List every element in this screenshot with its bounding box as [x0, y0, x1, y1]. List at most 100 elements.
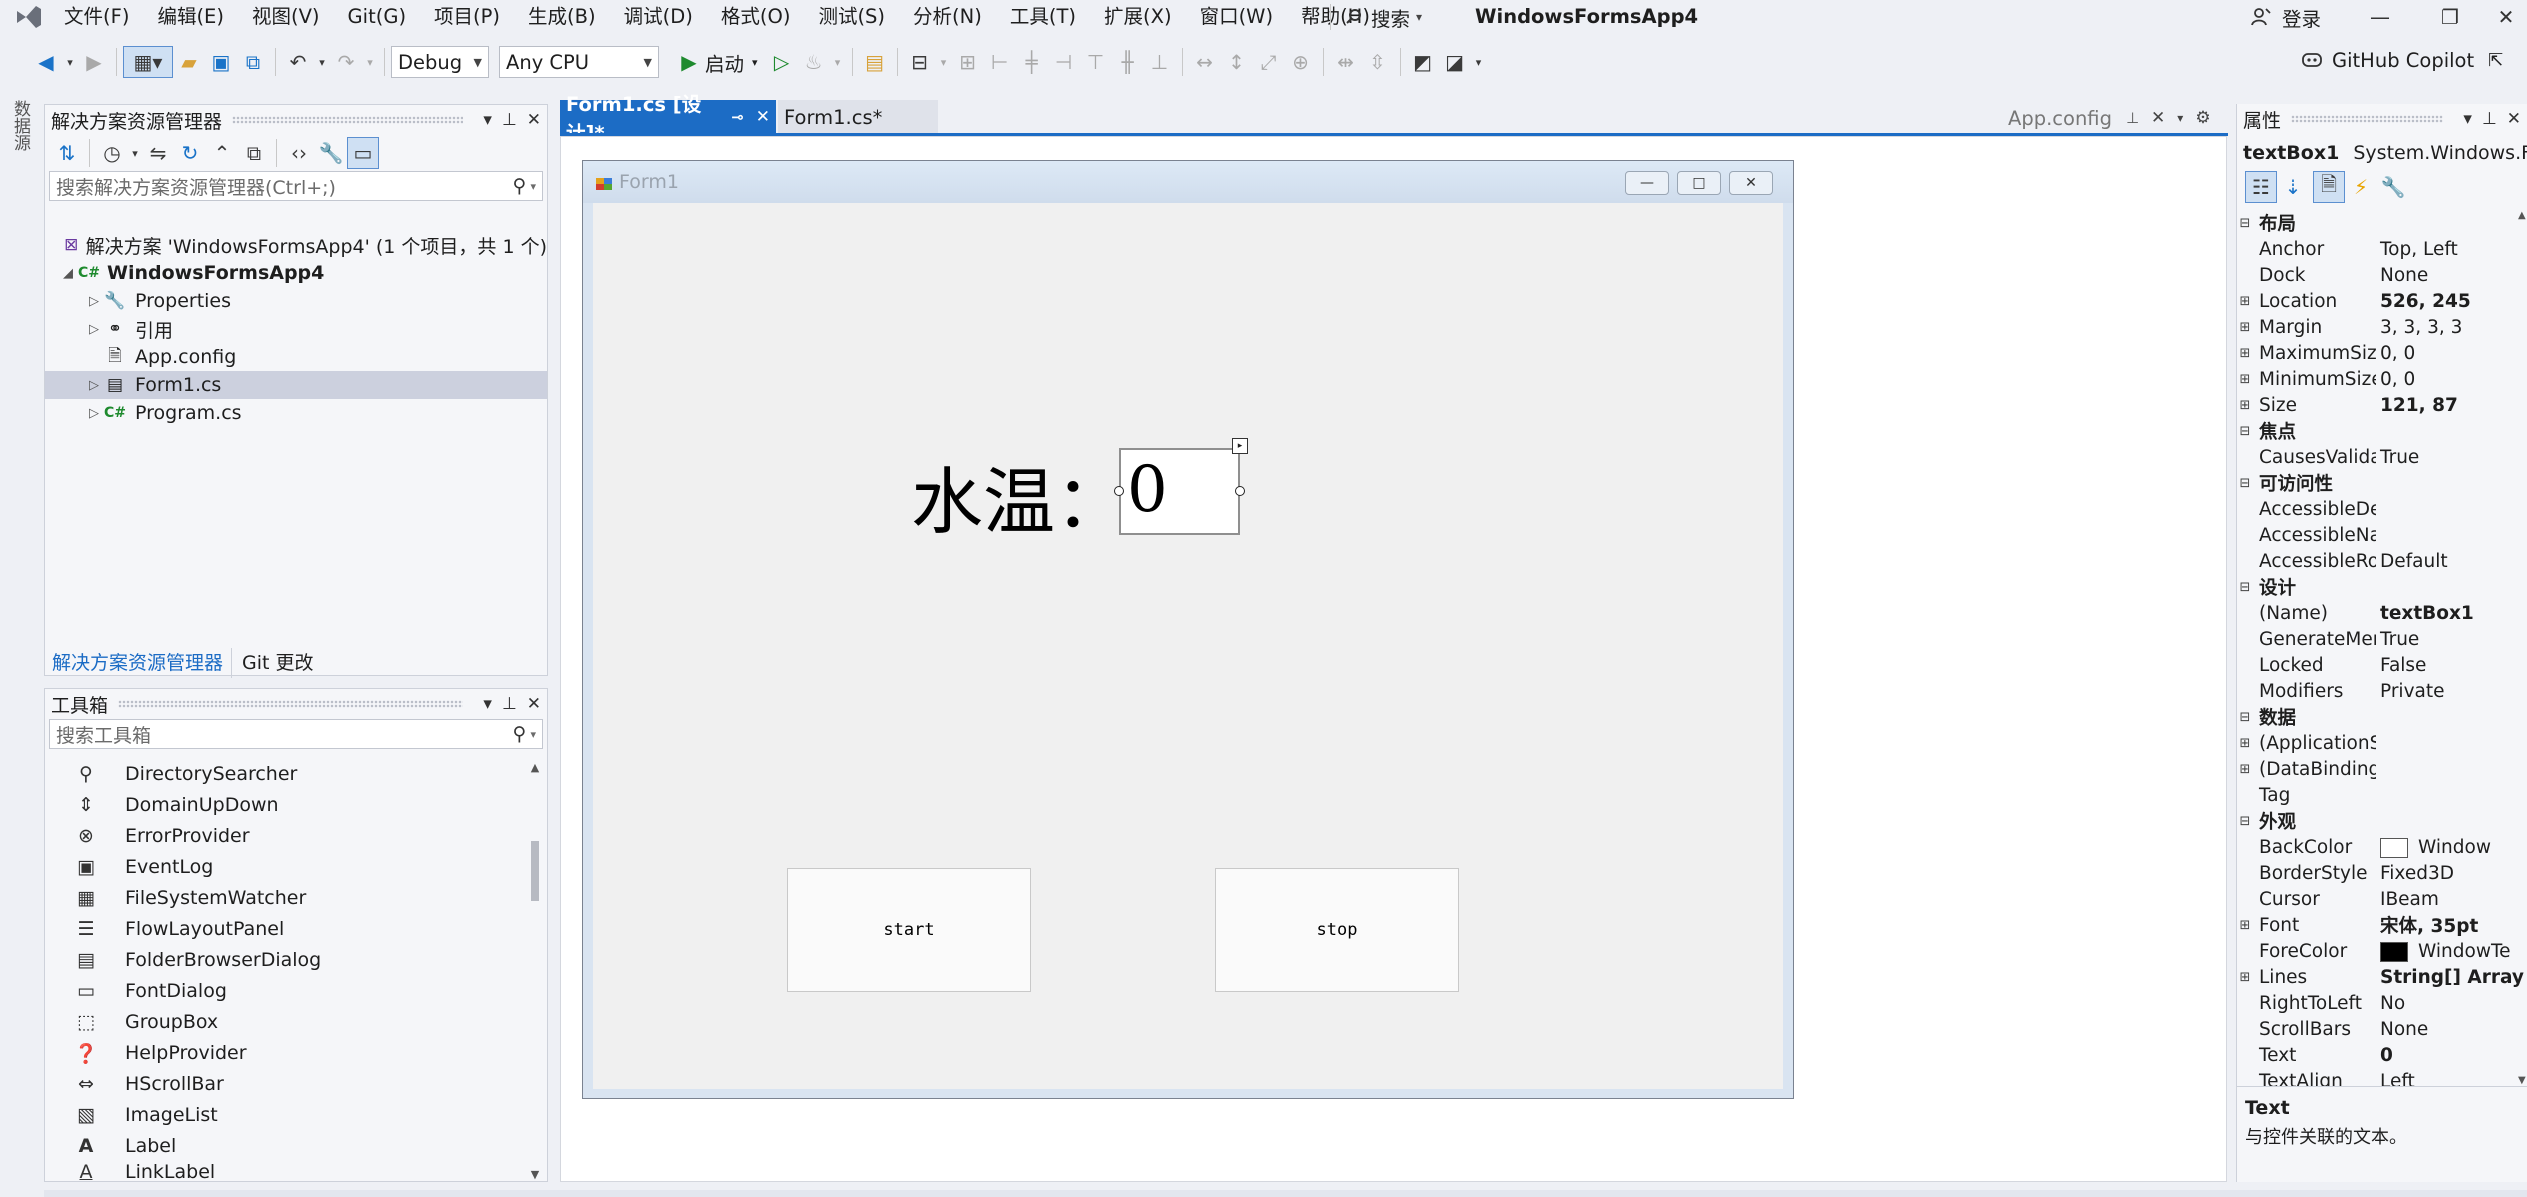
close-icon[interactable]: ✕	[527, 110, 541, 130]
form-close-button[interactable]: ✕	[1729, 171, 1773, 195]
tree-item-program[interactable]: ▷ C# Program.cs	[45, 399, 547, 427]
collapse-category-icon[interactable]: ⊟	[2237, 476, 2253, 491]
hot-reload-icon[interactable]: ♨	[798, 46, 830, 78]
align-lefts-icon[interactable]: ⊢	[984, 46, 1016, 78]
form1-design-window[interactable]: Form1 — □ ✕ 水温： 0 ▸ start stop	[582, 160, 1794, 1099]
chevron-down-icon[interactable]: ▾	[62, 46, 78, 78]
toolbox-item[interactable]: ⊗ ErrorProvider	[71, 821, 250, 851]
close-icon[interactable]: ✕	[2151, 108, 2165, 128]
chevron-down-icon[interactable]: ▾	[128, 137, 142, 169]
close-icon[interactable]: ✕	[756, 107, 770, 127]
share-icon[interactable]: ⇱	[2488, 50, 2503, 71]
property-value[interactable]: IBeam	[2376, 889, 2527, 910]
pending-changes-filter-icon[interactable]: ◷	[96, 137, 128, 169]
save-icon[interactable]: ▣	[205, 46, 237, 78]
horizontal-spacing-icon[interactable]: ⇹	[1330, 46, 1362, 78]
chevron-down-icon[interactable]: ▾	[483, 110, 492, 130]
collapsed-arrow-icon[interactable]: ▷	[85, 294, 103, 309]
tree-item-project[interactable]: ◢ C# WindowsFormsApp4	[45, 259, 547, 287]
collapsed-arrow-icon[interactable]: ▷	[85, 322, 103, 337]
solution-folder-icon[interactable]: ▤	[859, 46, 891, 78]
toolbox-item[interactable]: ▧ ImageList	[71, 1100, 218, 1130]
property-category[interactable]: ⊟ 数据	[2237, 704, 2527, 730]
toolbox-item[interactable]: ⚲ DirectorySearcher	[71, 759, 297, 789]
chevron-down-icon[interactable]: ▾	[936, 46, 952, 78]
property-value[interactable]: WindowTe	[2376, 941, 2527, 962]
close-icon[interactable]: ✕	[527, 694, 541, 714]
tab-form1-code[interactable]: Form1.cs*	[778, 100, 938, 134]
size-to-grid-icon[interactable]: ⊕	[1285, 46, 1317, 78]
menu-analyze[interactable]: 分析(N)	[899, 0, 996, 34]
toolbox-scrollbar[interactable]: ▲ ▼	[529, 761, 541, 1181]
property-value[interactable]: True	[2376, 629, 2527, 650]
toolbox-item[interactable]: ⇔ HScrollBar	[71, 1069, 224, 1099]
tab-git-changes[interactable]: Git 更改	[232, 648, 324, 678]
property-row[interactable]: AccessibleNar	[2237, 522, 2527, 548]
property-pages-icon[interactable]: 🔧	[2377, 171, 2409, 203]
pin-icon[interactable]: ⊸	[731, 108, 744, 126]
save-all-icon[interactable]: ⧉	[237, 46, 269, 78]
align-bottoms-icon[interactable]: ⊥	[1144, 46, 1176, 78]
make-same-size-icon[interactable]: ⤢	[1253, 46, 1285, 78]
form-maximize-button[interactable]: □	[1677, 171, 1721, 195]
navigate-back-icon[interactable]: ◀	[30, 46, 62, 78]
data-sources-tab[interactable]: 数据源	[8, 100, 33, 151]
open-folder-icon[interactable]: ▰	[173, 46, 205, 78]
property-value[interactable]: 3, 3, 3, 3	[2376, 317, 2527, 338]
expand-property-icon[interactable]: ⊞	[2237, 372, 2253, 387]
property-value[interactable]: 宋体, 35pt	[2376, 912, 2527, 938]
properties-wrench-icon[interactable]: 🔧	[315, 137, 347, 169]
view-code-icon[interactable]: ‹›	[283, 137, 315, 169]
property-row[interactable]: BackColor Window	[2237, 834, 2527, 860]
show-all-files-icon[interactable]: ⧉	[238, 137, 270, 169]
object-selector[interactable]: textBox1 System.Windows.For	[2237, 138, 2527, 168]
tree-item-properties[interactable]: ▷ 🔧 Properties	[45, 287, 547, 315]
start-button[interactable]: start	[787, 868, 1031, 992]
property-value[interactable]: Window	[2376, 837, 2527, 858]
make-same-width-icon[interactable]: ↔	[1189, 46, 1221, 78]
menu-format[interactable]: 格式(O)	[707, 0, 805, 34]
property-value[interactable]: None	[2376, 1019, 2527, 1040]
tree-item-solution[interactable]: ⊠ 解决方案 'WindowsFormsApp4' (1 个项目，共 1 个)	[45, 231, 547, 259]
minimize-window-button[interactable]: —	[2345, 0, 2415, 34]
menu-view[interactable]: 视图(V)	[238, 0, 334, 34]
water-temperature-label[interactable]: 水温：	[911, 443, 1127, 548]
expand-property-icon[interactable]: ⊞	[2237, 346, 2253, 361]
platform-select[interactable]: Any CPU ▼	[499, 46, 659, 78]
pin-icon[interactable]: ⊥	[502, 694, 517, 714]
tab-list-dropdown-icon[interactable]: ▾	[2177, 111, 2183, 125]
expand-property-icon[interactable]: ⊞	[2237, 762, 2253, 777]
property-value[interactable]: No	[2376, 993, 2527, 1014]
navigate-forward-icon[interactable]: ▶	[78, 46, 110, 78]
restore-window-button[interactable]: ❐	[2415, 0, 2485, 34]
property-category[interactable]: ⊟ 布局	[2237, 210, 2527, 236]
resize-handle-left[interactable]	[1114, 486, 1124, 496]
pin-icon[interactable]: ⊥	[502, 110, 517, 130]
property-row[interactable]: BorderStyle Fixed3D	[2237, 860, 2527, 886]
property-category[interactable]: ⊟ 设计	[2237, 574, 2527, 600]
property-value[interactable]: 526, 245	[2376, 291, 2527, 312]
property-row[interactable]: ⊞ (ApplicationSe	[2237, 730, 2527, 756]
layout-grid-icon[interactable]: ⊟	[904, 46, 936, 78]
align-tops-icon[interactable]: ⊤	[1080, 46, 1112, 78]
scroll-up-icon[interactable]: ▲	[529, 761, 541, 774]
property-row[interactable]: ⊞ MinimumSize 0, 0	[2237, 366, 2527, 392]
property-row[interactable]: Tag	[2237, 782, 2527, 808]
chevron-down-icon[interactable]: ▾	[362, 46, 378, 78]
property-value[interactable]: 0	[2376, 1045, 2527, 1066]
scroll-down-icon[interactable]: ▼	[2518, 1075, 2526, 1086]
property-grid-scrollbar[interactable]: ▲ ▼	[2518, 210, 2527, 1086]
property-value[interactable]: Private	[2376, 681, 2527, 702]
property-row[interactable]: Anchor Top, Left	[2237, 236, 2527, 262]
expanded-arrow-icon[interactable]: ◢	[59, 266, 77, 281]
close-icon[interactable]: ✕	[2507, 109, 2521, 129]
toolbox-item[interactable]: ▭ FontDialog	[71, 976, 227, 1006]
property-value[interactable]: 121, 87	[2376, 395, 2527, 416]
solution-search-input[interactable]: 搜索解决方案资源管理器(Ctrl+;) ⚲ ▾	[49, 171, 543, 201]
events-lightning-icon[interactable]: ⚡	[2345, 171, 2377, 203]
solution-config-select[interactable]: Debug ▼	[391, 46, 489, 78]
property-row[interactable]: ⊞ MaximumSize 0, 0	[2237, 340, 2527, 366]
collapse-category-icon[interactable]: ⊟	[2237, 710, 2253, 725]
align-to-grid-icon[interactable]: ⊞	[952, 46, 984, 78]
property-row[interactable]: Locked False	[2237, 652, 2527, 678]
